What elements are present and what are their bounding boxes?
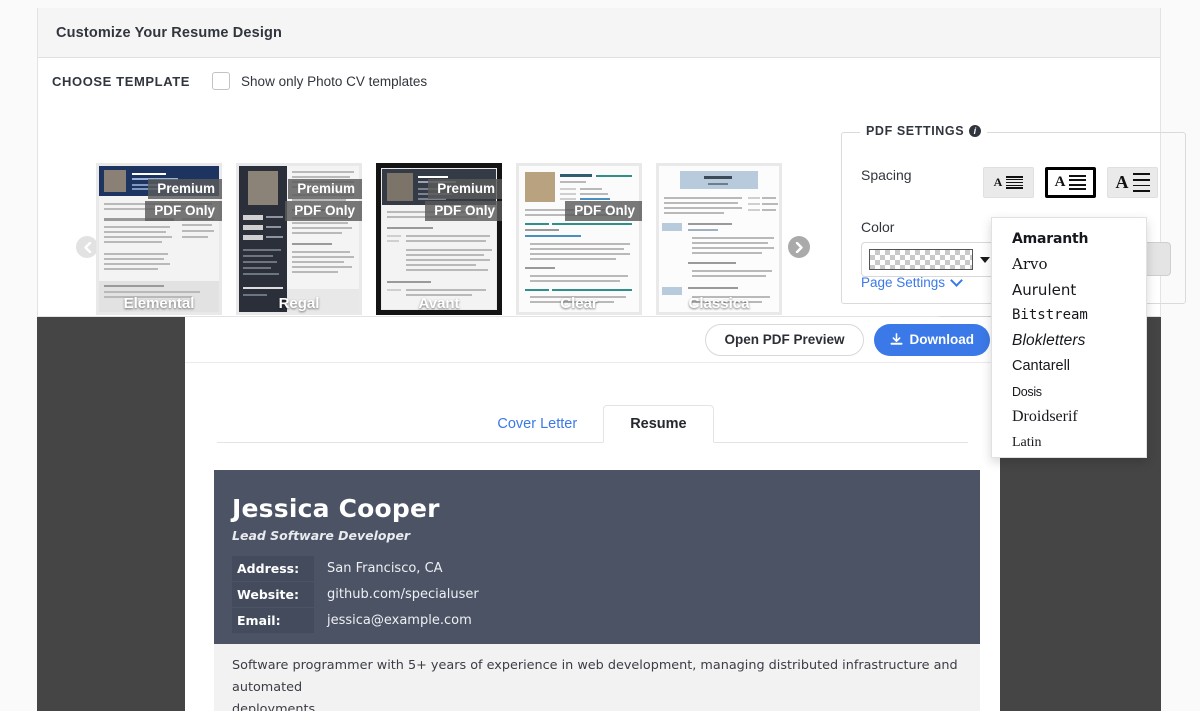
app-root: Customize Your Resume Design CHOOSE TEMP… bbox=[0, 0, 1200, 711]
spacing-row: Spacing A A A bbox=[861, 167, 1171, 198]
tab-resume-label: Resume bbox=[630, 416, 687, 432]
lines-compact-icon bbox=[1006, 175, 1024, 190]
resume-summary-line-2: deployments. bbox=[232, 702, 320, 711]
choose-template-row: CHOOSE TEMPLATE Show only Photo CV templ… bbox=[38, 58, 1160, 90]
resume-contact-row: Address: San Francisco, CA bbox=[232, 556, 962, 581]
template-name: Elemental bbox=[123, 295, 195, 312]
chevron-down-icon bbox=[980, 256, 990, 263]
color-swatch bbox=[869, 249, 973, 270]
resume-contact-key: Email: bbox=[232, 608, 314, 633]
photo-cv-checkbox[interactable] bbox=[212, 72, 231, 90]
template-card-classica[interactable]: Classica bbox=[656, 163, 782, 315]
template-card-regal[interactable]: Premium PDF Only Regal bbox=[236, 163, 362, 315]
tab-cover-letter-label: Cover Letter bbox=[497, 416, 578, 432]
resume-summary: Software programmer with 5+ years of exp… bbox=[214, 644, 980, 711]
resume-contact-value: jessica@example.com bbox=[327, 613, 472, 628]
open-pdf-preview-button[interactable]: Open PDF Preview bbox=[705, 323, 864, 356]
resume-contact-list: Address: San Francisco, CA Website: gith… bbox=[232, 556, 962, 633]
template-thumbnail-image bbox=[516, 163, 642, 315]
spacing-label: Spacing bbox=[861, 167, 912, 183]
preview-toolbar: Open PDF Preview Download bbox=[185, 317, 1000, 363]
lines-normal-icon bbox=[1069, 175, 1087, 190]
download-label: Download bbox=[909, 332, 975, 347]
resume-contact-key: Website: bbox=[232, 582, 314, 607]
page-settings-toggle[interactable]: Page Settings bbox=[861, 274, 963, 290]
preview-left-gutter bbox=[37, 317, 185, 711]
spacing-option-compact[interactable]: A bbox=[983, 167, 1034, 198]
photo-cv-toggle[interactable]: Show only Photo CV templates bbox=[212, 72, 427, 90]
resume-contact-value: github.com/specialuser bbox=[327, 587, 479, 602]
resume-contact-row: Email: jessica@example.com bbox=[232, 608, 962, 633]
color-picker[interactable] bbox=[861, 242, 999, 277]
page-title: Customize Your Resume Design bbox=[56, 24, 283, 41]
color-row: Color bbox=[861, 219, 999, 277]
template-name: Clear bbox=[560, 295, 598, 312]
template-card-elemental[interactable]: Premium PDF Only Elemental bbox=[96, 163, 222, 315]
template-badge-pdfonly: PDF Only bbox=[285, 201, 362, 221]
template-card-avant[interactable]: Premium PDF Only Avant bbox=[376, 163, 502, 315]
tab-cover-letter[interactable]: Cover Letter bbox=[471, 405, 603, 443]
lines-wide-icon bbox=[1132, 172, 1150, 193]
spacing-option-normal[interactable]: A bbox=[1045, 167, 1096, 198]
font-option-blokletters[interactable]: Blokletters bbox=[992, 328, 1146, 354]
pdf-settings-legend: PDF SETTINGS i bbox=[860, 124, 988, 138]
letter-a-icon: A bbox=[1054, 174, 1066, 190]
template-thumbnail-image bbox=[656, 163, 782, 315]
spacing-option-wide[interactable]: A bbox=[1107, 167, 1158, 198]
template-badge-pdfonly: PDF Only bbox=[145, 201, 222, 221]
chevron-right-icon bbox=[795, 241, 803, 253]
resume-document: Jessica Cooper Lead Software Developer A… bbox=[214, 470, 980, 711]
photo-cv-label: Show only Photo CV templates bbox=[241, 73, 428, 89]
download-button[interactable]: Download bbox=[873, 323, 990, 356]
resume-summary-line-1: Software programmer with 5+ years of exp… bbox=[232, 658, 958, 695]
template-badge-premium: Premium bbox=[148, 179, 222, 199]
font-option-cantarell[interactable]: Cantarell bbox=[992, 354, 1146, 380]
template-badge-pdfonly: PDF Only bbox=[565, 201, 642, 221]
preview-sheet: Open PDF Preview Download Cover Letter R… bbox=[185, 317, 1000, 711]
resume-header: Jessica Cooper Lead Software Developer A… bbox=[214, 470, 980, 644]
template-badge-premium: Premium bbox=[428, 179, 502, 199]
template-badge-premium: Premium bbox=[288, 179, 362, 199]
resume-contact-row: Website: github.com/specialuser bbox=[232, 582, 962, 607]
template-name: Classica bbox=[688, 295, 750, 312]
resume-name: Jessica Cooper bbox=[232, 494, 440, 523]
download-icon bbox=[890, 333, 902, 345]
font-option-droidserif[interactable]: Droidserif bbox=[992, 405, 1146, 431]
info-icon[interactable]: i bbox=[969, 125, 982, 137]
letter-a-icon: A bbox=[1115, 172, 1129, 192]
panel-header: Customize Your Resume Design bbox=[38, 8, 1160, 58]
template-thumbnail-list: Premium PDF Only Elemental Premium PDF O… bbox=[96, 163, 818, 315]
template-card-clear[interactable]: PDF Only Clear bbox=[516, 163, 642, 315]
resume-role: Lead Software Developer bbox=[232, 528, 411, 543]
spacing-options: A A A bbox=[983, 167, 1158, 198]
pdf-settings-legend-text: PDF SETTINGS bbox=[866, 124, 965, 138]
template-carousel: Premium PDF Only Elemental Premium PDF O… bbox=[76, 163, 818, 323]
chevron-left-icon bbox=[83, 241, 91, 253]
page-settings-label: Page Settings bbox=[861, 275, 946, 290]
preview-tabs: Cover Letter Resume bbox=[185, 403, 1000, 443]
letter-a-icon: A bbox=[993, 175, 1003, 189]
font-option-dosis[interactable]: Dosis bbox=[992, 379, 1146, 405]
template-name: Regal bbox=[278, 295, 320, 312]
font-option-arvo[interactable]: Arvo bbox=[992, 252, 1146, 278]
font-option-bitstream[interactable]: Bitstream bbox=[992, 303, 1146, 329]
choose-template-label: CHOOSE TEMPLATE bbox=[52, 73, 191, 89]
template-badge-pdfonly: PDF Only bbox=[425, 201, 502, 221]
open-pdf-preview-label: Open PDF Preview bbox=[724, 332, 845, 347]
font-option-aurulent[interactable]: Aurulent bbox=[992, 277, 1146, 303]
resume-contact-value: San Francisco, CA bbox=[327, 561, 443, 576]
chevron-down-icon bbox=[950, 274, 963, 287]
font-dropdown-menu[interactable]: Amaranth Arvo Aurulent Bitstream Bloklet… bbox=[991, 217, 1147, 458]
carousel-next-button[interactable] bbox=[788, 236, 810, 258]
color-label: Color bbox=[861, 219, 895, 235]
template-name: Avant bbox=[418, 295, 460, 312]
resume-contact-key: Address: bbox=[232, 556, 314, 581]
carousel-prev-button[interactable] bbox=[76, 236, 98, 258]
tab-resume[interactable]: Resume bbox=[603, 405, 714, 443]
font-option-amaranth[interactable]: Amaranth bbox=[992, 226, 1146, 252]
font-option-latin[interactable]: Latin bbox=[992, 430, 1146, 456]
